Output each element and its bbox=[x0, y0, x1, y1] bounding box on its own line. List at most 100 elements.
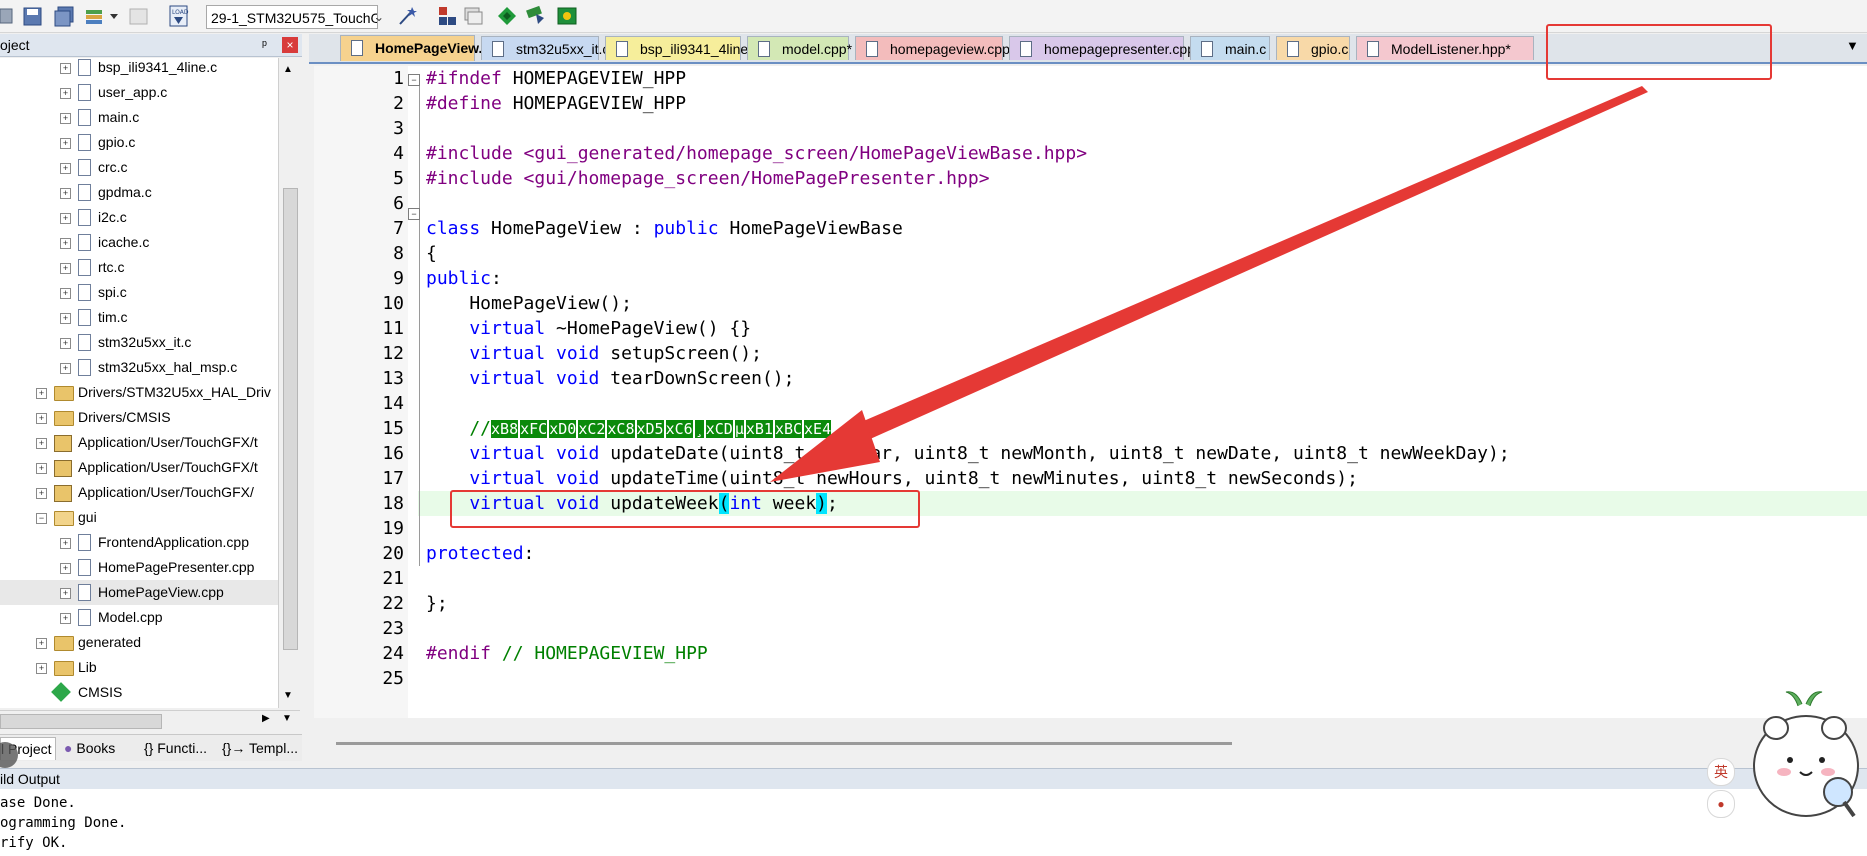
translate-icon[interactable] bbox=[436, 5, 458, 27]
tree-item[interactable]: + Application/User/TouchGFX/ bbox=[0, 480, 278, 505]
garbled-char: xFC bbox=[520, 420, 548, 438]
expand-toggle-icon[interactable]: + bbox=[36, 388, 47, 399]
tree-item[interactable]: + tim.c bbox=[0, 305, 278, 330]
dropdown-icon[interactable] bbox=[108, 5, 122, 27]
expand-toggle-icon[interactable]: + bbox=[60, 338, 71, 349]
expand-toggle-icon[interactable]: + bbox=[60, 213, 71, 224]
scroll-right-icon[interactable]: ▶ bbox=[262, 713, 270, 724]
editor-tab[interactable]: homepagepresenter.cpp bbox=[1009, 36, 1195, 60]
tree-item-label: main.c bbox=[98, 109, 140, 125]
tree-item[interactable]: + crc.c bbox=[0, 155, 278, 180]
editor-tab[interactable]: ModelListener.hpp* bbox=[1356, 36, 1534, 60]
tree-item[interactable]: + Drivers/STM32U5xx_HAL_Driv bbox=[0, 380, 278, 405]
pin-icon[interactable]: ᵖ bbox=[262, 34, 267, 56]
arrow-down-icon[interactable] bbox=[524, 5, 546, 27]
expand-toggle-icon[interactable]: + bbox=[60, 613, 71, 624]
expand-toggle-icon[interactable]: + bbox=[60, 538, 71, 549]
close-icon[interactable]: × bbox=[282, 37, 298, 53]
expand-toggle-icon[interactable]: + bbox=[60, 263, 71, 274]
expand-toggle-icon[interactable]: + bbox=[60, 563, 71, 574]
tree-item[interactable]: + Lib bbox=[0, 655, 278, 680]
expand-toggle-icon[interactable]: + bbox=[36, 413, 47, 424]
chevron-down-icon[interactable]: ⌄ bbox=[370, 6, 388, 28]
target-select[interactable]: 29-1_STM32U575_TouchG bbox=[206, 5, 378, 29]
book-icon[interactable] bbox=[556, 5, 578, 27]
expand-toggle-icon[interactable]: + bbox=[60, 188, 71, 199]
expand-toggle-icon[interactable]: + bbox=[60, 313, 71, 324]
tree-item[interactable]: + Model.cpp bbox=[0, 605, 278, 630]
tree-item[interactable]: + Application/User/TouchGFX/t bbox=[0, 430, 278, 455]
tree-item[interactable]: + Drivers/CMSIS bbox=[0, 405, 278, 430]
expand-toggle-icon[interactable]: + bbox=[60, 363, 71, 374]
expand-toggle-icon[interactable]: + bbox=[60, 288, 71, 299]
tree-item[interactable]: + user_app.c bbox=[0, 80, 278, 105]
editor-tab[interactable]: bsp_ili9341_4line.c bbox=[605, 36, 759, 60]
tree-item[interactable]: + i2c.c bbox=[0, 205, 278, 230]
expand-toggle-icon[interactable]: + bbox=[60, 238, 71, 249]
line-number: 13 bbox=[382, 368, 404, 389]
tree-item[interactable]: + icache.c bbox=[0, 230, 278, 255]
stack-icon[interactable] bbox=[84, 5, 106, 27]
expand-toggle-icon[interactable]: + bbox=[36, 663, 47, 674]
editor-hscrollbar[interactable] bbox=[336, 742, 1232, 745]
tree-item[interactable]: + Application/User/TouchGFX/t bbox=[0, 455, 278, 480]
project-tree-hscrollbar[interactable]: ▶ ▼ bbox=[0, 710, 300, 731]
tree-item[interactable]: + bsp_ili9341_4line.c bbox=[0, 58, 278, 80]
tree-item[interactable]: + gpio.c bbox=[0, 130, 278, 155]
tree-item[interactable]: + HomePagePresenter.cpp bbox=[0, 555, 278, 580]
editor-tab[interactable]: stm32u5xx_it.c bbox=[481, 36, 609, 60]
fold-toggle-icon[interactable]: − bbox=[408, 74, 420, 86]
save-icon[interactable] bbox=[22, 5, 44, 27]
tree-item[interactable]: + stm32u5xx_it.c bbox=[0, 330, 278, 355]
code-editor[interactable]: 1 2 3 4 5 6 7 8 9 10 11 12 13 14 15 16 17 18 19 20 21 22 23 24 2… bbox=[314, 66, 1867, 718]
expand-toggle-icon[interactable]: + bbox=[36, 488, 47, 499]
tree-item-label: Application/User/TouchGFX/ bbox=[78, 484, 254, 500]
tab-books[interactable]: ● Books bbox=[64, 737, 130, 759]
hscroll-thumb[interactable] bbox=[0, 714, 162, 729]
expand-toggle-icon[interactable]: + bbox=[60, 138, 71, 149]
tree-item[interactable]: + stm32u5xx_hal_msp.c bbox=[0, 355, 278, 380]
tree-item[interactable]: − gui bbox=[0, 505, 278, 530]
scroll-down-icon[interactable]: ▼ bbox=[283, 690, 293, 701]
project-tree-scrollbar[interactable]: ▲ ▼ bbox=[278, 58, 301, 708]
tab-list-dropdown-icon[interactable]: ▼ bbox=[1846, 38, 1859, 53]
tree-item[interactable]: + generated bbox=[0, 630, 278, 655]
tree-item[interactable]: CMSIS bbox=[0, 680, 278, 705]
editor-tab[interactable]: main.c bbox=[1190, 36, 1270, 60]
expand-toggle-icon[interactable]: + bbox=[36, 638, 47, 649]
expand-toggle-icon[interactable]: + bbox=[60, 63, 71, 74]
expand-toggle-icon[interactable]: + bbox=[60, 163, 71, 174]
scroll-thumb[interactable] bbox=[283, 188, 298, 650]
save-all-icon[interactable] bbox=[54, 5, 76, 27]
tab-templates[interactable]: {}→ Templ... bbox=[222, 737, 302, 759]
green-diamond-icon[interactable] bbox=[496, 5, 518, 27]
editor-tab[interactable]: model.cpp* bbox=[747, 36, 852, 60]
tree-item[interactable]: + rtc.c bbox=[0, 255, 278, 280]
editor-tab[interactable]: gpio.c bbox=[1276, 36, 1350, 60]
tree-item[interactable]: + main.c bbox=[0, 105, 278, 130]
load-icon[interactable]: LOAD bbox=[168, 5, 190, 27]
tab-functions[interactable]: {} Functi... bbox=[144, 737, 218, 759]
batch-icon[interactable] bbox=[462, 5, 484, 27]
tree-item[interactable]: + spi.c bbox=[0, 280, 278, 305]
tree-item[interactable]: + gpdma.c bbox=[0, 180, 278, 205]
editor-tab[interactable]: HomePageView.hpp* bbox=[340, 35, 513, 61]
ime-language-button[interactable]: 英 bbox=[1707, 758, 1735, 786]
fold-toggle-icon[interactable]: − bbox=[408, 208, 420, 220]
cut-icon[interactable] bbox=[0, 5, 22, 27]
scroll-up-icon[interactable]: ▲ bbox=[283, 64, 293, 75]
expand-toggle-icon[interactable]: + bbox=[36, 438, 47, 449]
expand-toggle-icon[interactable]: + bbox=[60, 588, 71, 599]
magic-wand-icon[interactable] bbox=[396, 5, 418, 27]
expand-toggle-icon[interactable]: + bbox=[60, 113, 71, 124]
tree-item[interactable]: + FrontendApplication.cpp bbox=[0, 530, 278, 555]
editor-tab[interactable]: homepageview.cpp bbox=[855, 36, 1010, 60]
expand-toggle-icon[interactable]: + bbox=[60, 88, 71, 99]
expand-toggle-icon[interactable]: + bbox=[36, 463, 47, 474]
scroll-down-icon[interactable]: ▼ bbox=[282, 713, 292, 724]
expand-toggle-icon[interactable]: − bbox=[36, 513, 47, 524]
tree-item-label: icache.c bbox=[98, 234, 150, 250]
tree-item[interactable]: + HomePageView.cpp bbox=[0, 580, 278, 605]
ime-settings-icon[interactable]: ● bbox=[1707, 790, 1735, 818]
editor-tab-label: bsp_ili9341_4line.c bbox=[640, 41, 760, 57]
